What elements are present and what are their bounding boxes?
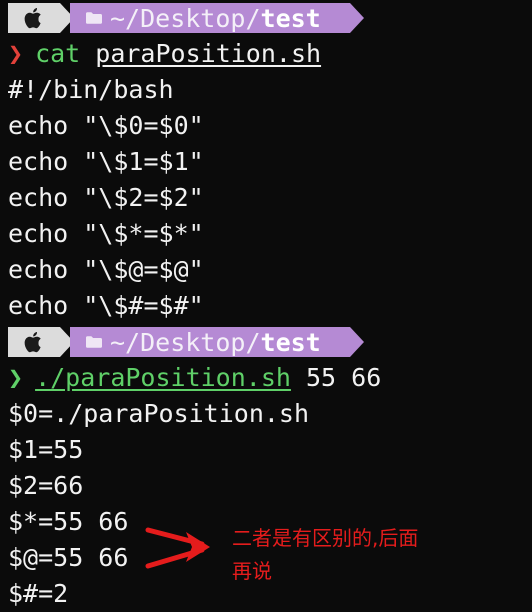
output-line: $1=55 — [8, 435, 84, 464]
path-prefix: ~/Desktop/ — [110, 3, 261, 33]
command-name[interactable]: ./paraPosition.sh — [35, 363, 291, 392]
prompt-bar: ~/Desktop/test — [0, 0, 532, 36]
apple-logo-icon — [8, 3, 60, 33]
output-line: $0=./paraPosition.sh — [8, 399, 310, 428]
annotation-line: 二者是有区别的,后面 — [232, 526, 419, 550]
command-line: ❯ cat paraPosition.sh — [0, 36, 532, 72]
folder-icon — [86, 336, 102, 348]
terminal-window[interactable]: ~/Desktop/test ❯ cat paraPosition.sh #!/b… — [0, 0, 532, 612]
output-line: echo "\$1=$1" — [8, 147, 204, 176]
command-line: ❯ ./paraPosition.sh 55 66 — [0, 360, 532, 396]
prompt-chevron: ❯ — [8, 39, 24, 68]
output-line: echo "\$0=$0" — [8, 111, 204, 140]
prompt-bar: ~/Desktop/test — [0, 324, 532, 360]
path-prefix: ~/Desktop/ — [110, 327, 261, 357]
command-args: 55 66 — [290, 363, 382, 392]
output-line: echo "\$2=$2" — [8, 183, 204, 212]
segment-separator — [350, 3, 364, 33]
annotation-line: 再说 — [232, 559, 272, 583]
apple-logo-icon — [8, 327, 60, 357]
command-argument[interactable]: paraPosition.sh — [95, 39, 321, 68]
command-name: cat — [35, 39, 81, 68]
path-dir: test — [260, 3, 321, 33]
output-line: $2=66 — [8, 471, 84, 500]
segment-separator — [350, 327, 364, 357]
output-line: #!/bin/bash — [8, 75, 174, 104]
path-dir: test — [260, 327, 321, 357]
path-segment: ~/Desktop/test — [70, 327, 350, 357]
annotation-note: 二者是有区别的,后面 再说 — [232, 522, 522, 588]
path-segment: ~/Desktop/test — [70, 3, 350, 33]
folder-icon — [86, 12, 102, 24]
output-line: echo "\$#=$#" — [8, 291, 204, 320]
annotation-arrows-icon — [145, 527, 210, 569]
output-line: echo "\$*=$*" — [8, 219, 204, 248]
prompt-chevron: ❯ — [8, 363, 24, 392]
output-line: echo "\$@=$@" — [8, 255, 204, 284]
